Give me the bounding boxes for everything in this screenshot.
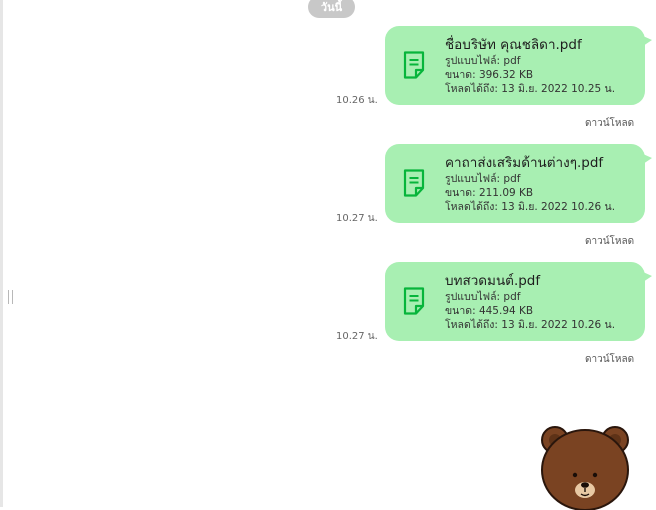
- message-time: 10.27 น.: [336, 331, 378, 342]
- file-size: ขนาด: 396.32 KB: [445, 69, 534, 81]
- file-size: ขนาด: 445.94 KB: [445, 305, 534, 317]
- file-type: รูปแบบไฟล์: pdf: [445, 173, 521, 185]
- file-type: รูปแบบไฟล์: pdf: [445, 291, 521, 303]
- file-name: ชื่อบริษัท คุณชลิดา.pdf: [445, 37, 582, 53]
- file-message-bubble[interactable]: คาถาส่งเสริมด้านต่างๆ.pdf รูปแบบไฟล์: pd…: [385, 144, 652, 223]
- file-expiry: โหลดได้ถึง: 13 มิ.ย. 2022 10.26 น.: [445, 201, 616, 213]
- resize-handle[interactable]: [8, 290, 14, 306]
- file-size: ขนาด: 211.09 KB: [445, 187, 534, 199]
- file-name: คาถาส่งเสริมด้านต่างๆ.pdf: [445, 155, 604, 171]
- file-document-icon: [403, 169, 425, 197]
- message-time: 10.26 น.: [336, 95, 378, 106]
- date-divider: วันนี้: [308, 0, 355, 18]
- file-message-bubble[interactable]: ชื่อบริษัท คุณชลิดา.pdf รูปแบบไฟล์: pdf …: [385, 26, 652, 105]
- file-expiry: โหลดได้ถึง: 13 มิ.ย. 2022 10.26 น.: [445, 319, 616, 331]
- file-name: บทสวดมนต์.pdf: [445, 273, 541, 289]
- download-link[interactable]: ดาวน์โหลด: [585, 352, 634, 367]
- file-message-bubble[interactable]: บทสวดมนต์.pdf รูปแบบไฟล์: pdf ขนาด: 445.…: [385, 262, 652, 341]
- download-link[interactable]: ดาวน์โหลด: [585, 234, 634, 249]
- file-expiry: โหลดได้ถึง: 13 มิ.ย. 2022 10.25 น.: [445, 83, 616, 95]
- download-link[interactable]: ดาวน์โหลด: [585, 116, 634, 131]
- file-document-icon: [403, 287, 425, 315]
- file-document-icon: [403, 51, 425, 79]
- chat-panel-border: [0, 0, 3, 507]
- file-type: รูปแบบไฟล์: pdf: [445, 55, 521, 67]
- brown-bear-sticker[interactable]: [535, 418, 635, 510]
- message-time: 10.27 น.: [336, 213, 378, 224]
